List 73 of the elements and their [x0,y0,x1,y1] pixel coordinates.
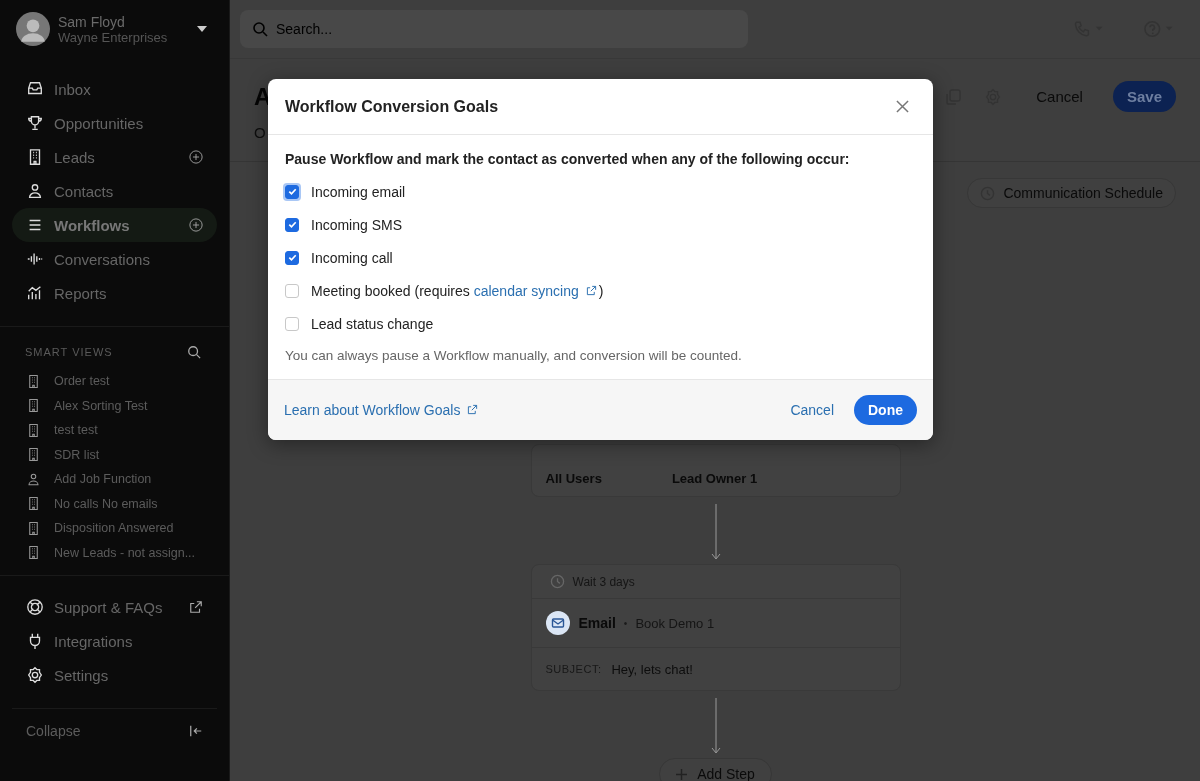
external-link-icon [585,284,597,296]
dialog-title: Workflow Conversion Goals [285,97,499,116]
separator-dot: • [623,617,628,629]
section-heading: SMART VIEWS [25,346,113,358]
option-label: Incoming email [311,183,406,200]
option-row[interactable]: Incoming SMS [285,208,916,241]
building-icon [26,373,41,389]
option-row[interactable]: Meeting booked (requires calendar syncing ) [285,274,916,307]
smart-view-item[interactable]: Add Job Function [26,467,229,492]
smart-view-item[interactable]: test test [26,418,229,443]
option-label: Incoming call [311,249,393,266]
smart-view-item[interactable]: Order test [26,369,229,394]
checkbox[interactable] [285,250,299,265]
gear-icon [26,666,44,684]
nav-item[interactable]: Opportunities [12,106,217,140]
step-type: Email [578,615,616,631]
envelope-icon [545,611,570,635]
building-icon [26,496,41,512]
smart-view-item[interactable]: No calls No emails [26,491,229,516]
add-icon[interactable] [189,218,203,232]
note-text: You can always pause a Workflow manually, and conversion will be counted. [285,348,743,363]
checkbox[interactable] [285,283,299,298]
option-row[interactable]: Incoming call [285,241,916,274]
search-icon[interactable] [187,345,201,359]
building-icon [26,520,41,536]
lifebuoy-icon [26,598,44,616]
cancel-button[interactable]: Cancel [782,396,842,424]
smart-view-item[interactable]: Disposition Answered [26,516,229,541]
nav-item[interactable]: Leads [12,140,217,174]
smart-view-item[interactable]: New Leads - not assign... [26,540,229,565]
person-icon [26,471,41,487]
done-button[interactable]: Done [854,395,917,425]
smart-view-item[interactable]: SDR list [26,442,229,467]
building-icon [26,398,41,414]
nav-item[interactable]: Support & FAQs [12,590,217,624]
connector-arrow [710,504,721,560]
clock-icon [549,574,565,589]
nav-item[interactable]: Workflows [12,208,217,242]
connector-arrow [710,698,721,754]
company-name: Wayne Enterprises [58,29,169,45]
close-icon[interactable] [896,100,909,113]
building-icon [26,545,41,561]
nav-item[interactable]: Conversations [12,242,217,276]
caret-icon[interactable] [197,26,207,32]
plus-icon [676,768,688,780]
nav-item[interactable]: Integrations [12,624,217,658]
save-button[interactable]: Save [1112,81,1176,112]
person-icon [26,182,44,200]
user-name: Sam Floyd [58,13,126,30]
building-icon [26,447,41,463]
smart-view-item[interactable]: Alex Sorting Test [26,393,229,418]
external-link-icon [467,404,479,415]
checkbox[interactable] [285,217,299,232]
collapse-icon [189,724,203,738]
option-label: Incoming SMS [311,216,403,233]
calendar-syncing-link[interactable]: calendar syncing [473,282,599,299]
nav-item[interactable]: Settings [12,658,217,692]
learn-link[interactable]: Learn about Workflow Goals [284,402,481,418]
nav-item[interactable]: Reports [12,276,217,310]
building-icon [26,422,41,438]
nav-item[interactable]: Inbox [12,72,217,106]
search-field[interactable]: Search... [240,10,748,48]
option-label: Lead status change [311,315,434,332]
option-label: Meeting booked (requires calendar syncing ) [311,282,604,299]
add-icon[interactable] [189,150,203,164]
avatar[interactable] [16,12,50,46]
instruction-text: Pause Workflow and mark the contact as converted when any of the following occur: [285,151,851,167]
search-icon [252,21,268,37]
nav-item[interactable]: Contacts [12,174,217,208]
option-row[interactable]: Lead status change [285,307,916,340]
checkbox[interactable] [285,316,299,331]
trophy-icon [26,114,44,132]
collapse-button[interactable]: Collapse [12,708,217,753]
